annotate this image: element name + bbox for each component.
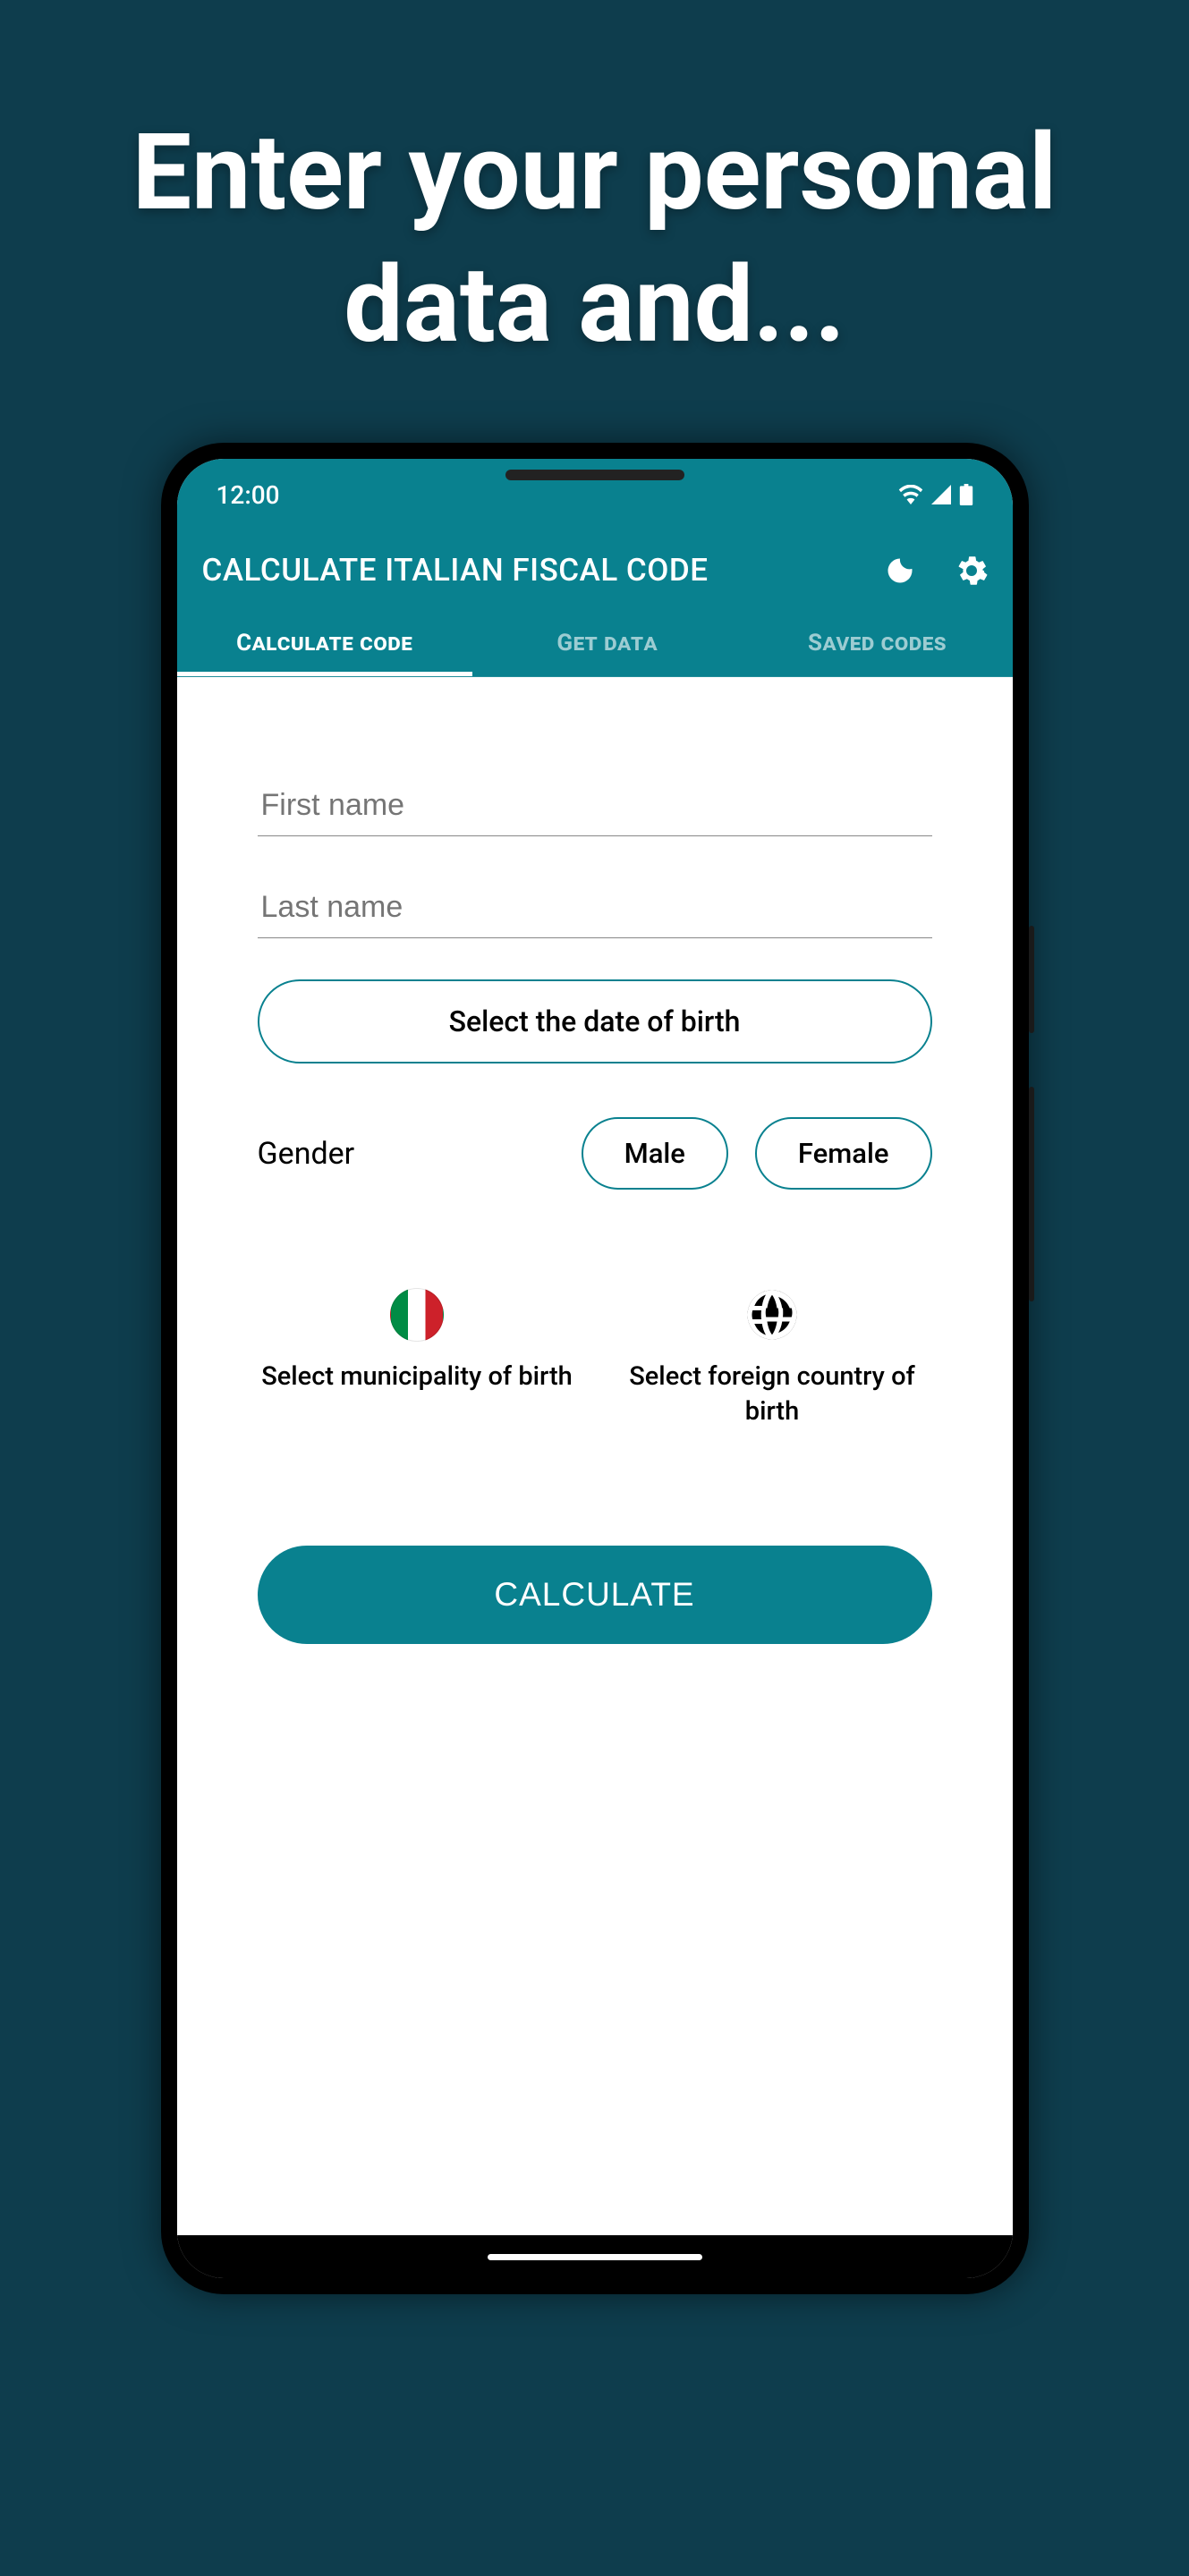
status-bar: 12:00: [177, 459, 1013, 530]
municipality-label: Select municipality of birth: [261, 1360, 573, 1394]
nav-handle[interactable]: [488, 2254, 702, 2260]
gender-female-button[interactable]: Female: [755, 1117, 932, 1190]
gender-label: Gender: [258, 1136, 555, 1172]
promo-heading: Enter your personal data and...: [0, 0, 1189, 443]
phone-mockup: 12:00 CALCULATE ITALIAN FISCAL CODE Calc…: [161, 443, 1029, 2294]
italy-flag-icon: [390, 1288, 444, 1342]
calculate-button[interactable]: CALCULATE: [258, 1546, 932, 1644]
tab-bar: Calculate code Get data Saved codes: [177, 610, 1013, 677]
tab-get-data[interactable]: Get data: [472, 610, 743, 676]
foreign-country-label: Select foreign country of birth: [613, 1360, 932, 1429]
globe-icon: [745, 1288, 799, 1342]
phone-screen: 12:00 CALCULATE ITALIAN FISCAL CODE Calc…: [177, 459, 1013, 2278]
gear-icon[interactable]: [955, 555, 988, 587]
signal-icon: [930, 485, 952, 504]
status-time: 12:00: [217, 480, 280, 510]
battery-icon: [959, 484, 973, 505]
android-nav-bar: [177, 2235, 1013, 2278]
app-header: CALCULATE ITALIAN FISCAL CODE: [177, 530, 1013, 610]
foreign-country-option[interactable]: Select foreign country of birth: [613, 1288, 932, 1429]
tab-calculate-code[interactable]: Calculate code: [177, 610, 472, 676]
last-name-field[interactable]: [258, 877, 932, 938]
first-name-field[interactable]: [258, 775, 932, 836]
moon-icon[interactable]: [884, 555, 916, 587]
app-title: CALCULATE ITALIAN FISCAL CODE: [202, 552, 709, 589]
wifi-icon: [898, 485, 923, 504]
tab-saved-codes[interactable]: Saved codes: [743, 610, 1013, 676]
date-of-birth-button[interactable]: Select the date of birth: [258, 979, 932, 1063]
municipality-option[interactable]: Select municipality of birth: [258, 1288, 577, 1429]
form-content: Select the date of birth Gender Male Fem…: [177, 677, 1013, 2235]
gender-male-button[interactable]: Male: [582, 1117, 728, 1190]
